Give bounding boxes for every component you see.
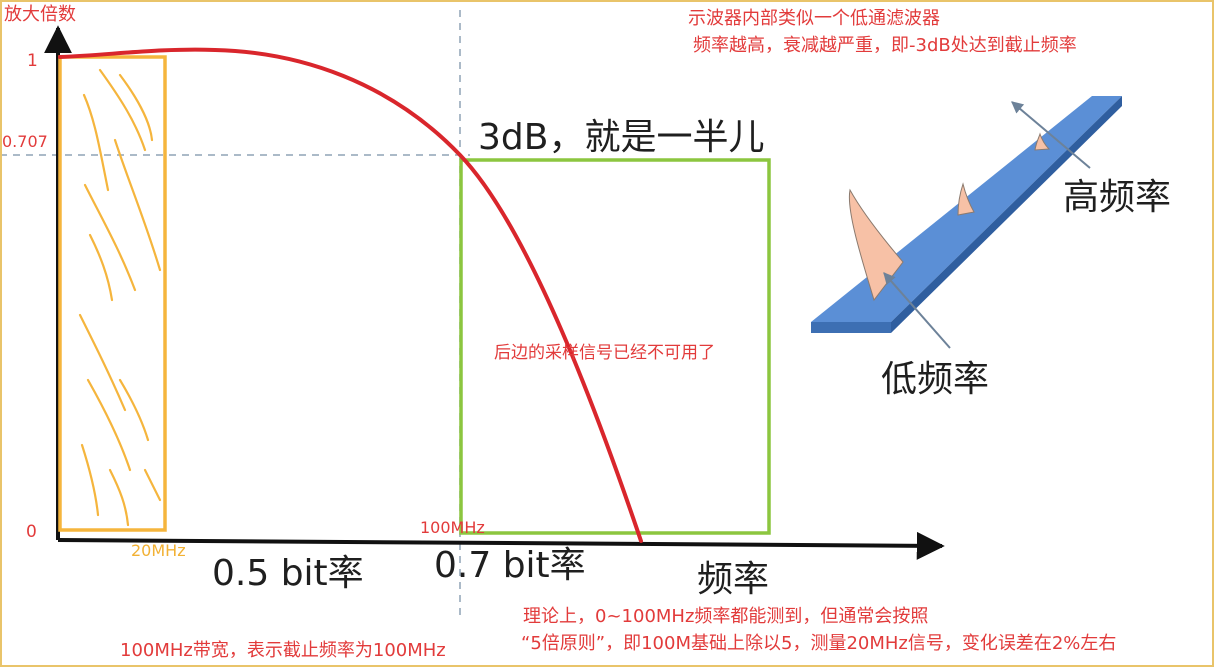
passband-hatching [78,68,162,527]
y-tick-0707: 0.707 [2,132,48,151]
filter-plate-front [811,322,891,333]
x-label-100mhz: 100MHz [420,518,485,537]
x-region-high-label: 0.7 bit率 [434,545,586,586]
y-axis-title: 放大倍数 [4,4,76,25]
header-line-1: 示波器内部类似一个低通滤波器 [688,8,940,29]
y-tick-1: 1 [27,51,38,71]
header-line-2: 频率越高，衰减越严重，即-3dB处达到截止频率 [693,35,1077,56]
y-tick-0: 0 [26,522,37,542]
low-frequency-label: 低频率 [881,359,990,400]
unusable-signal-note: 后边的采样信号已经不可用了 [494,343,715,363]
bandwidth-note: 100MHz带宽，表示截止频率为100MHz [120,640,446,661]
cutoff-3db-label: 3dB，就是一半儿 [478,117,765,158]
diagram-canvas [0,10,1122,615]
theory-line-1: 理论上，0~100MHz频率都能测到，但通常会按照 [523,606,929,627]
high-frequency-label: 高频率 [1063,177,1172,218]
theory-line-2: “5倍原则”，即100M基础上除以5，测量20MHz信号，变化误差在2%左右 [521,633,1117,654]
slide: 放大倍数 1 0.707 0 20MHz 100MHz 0.5 bit率 0.7… [0,0,1218,671]
x-region-low-label: 0.5 bit率 [212,553,364,594]
filter-illustration [811,96,1122,349]
x-axis-title: 频率 [697,559,770,600]
x-label-20mhz: 20MHz [131,541,186,560]
